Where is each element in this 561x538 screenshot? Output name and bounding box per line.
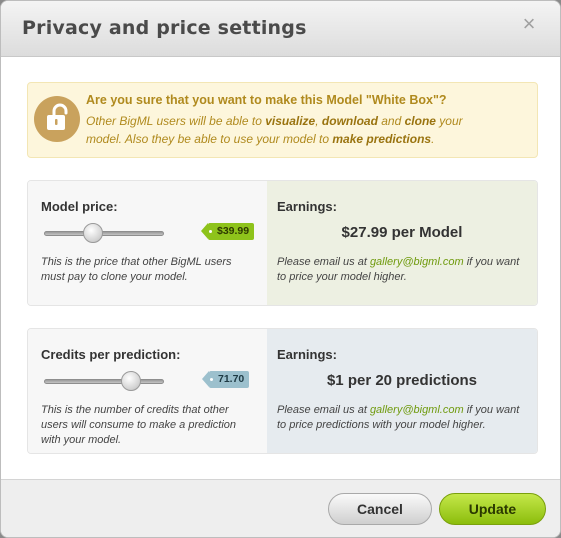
- credits-description: This is the number of credits that other…: [41, 404, 237, 446]
- earnings-value: $27.99 per Model: [341, 224, 463, 241]
- credits-settings: Credits per prediction: 71.70 This is th…: [28, 329, 267, 453]
- tag-hole-icon: [210, 378, 213, 381]
- clone-text: clone: [404, 114, 436, 128]
- earnings-label: Earnings:: [277, 199, 337, 214]
- model-price-panel: Model price: $39.99 This is the price th…: [27, 180, 538, 306]
- download-text: download: [321, 114, 378, 128]
- model-price-label: Model price:: [41, 199, 118, 214]
- cancel-button[interactable]: Cancel: [328, 493, 432, 525]
- model-price-description: This is the price that other BigML users…: [41, 256, 232, 283]
- dialog-title: Privacy and price settings: [22, 17, 307, 39]
- model-price-slider-handle[interactable]: [83, 223, 103, 243]
- earnings-note: Please email us at gallery@bigml.com if …: [277, 404, 520, 431]
- earnings-label: Earnings:: [277, 347, 337, 362]
- model-price-tag: $39.99: [200, 223, 255, 240]
- privacy-price-dialog: Privacy and price settings × Are you sur…: [0, 0, 561, 538]
- model-price-slider[interactable]: [44, 223, 164, 243]
- credits-panel: Credits per prediction: 71.70 This is th…: [27, 328, 538, 454]
- model-price-earnings: Earnings: $27.99 per Model Please email …: [267, 181, 537, 305]
- earnings-note: Please email us at gallery@bigml.com if …: [277, 256, 520, 283]
- credits-tag: 71.70: [201, 371, 250, 388]
- update-button[interactable]: Update: [439, 493, 546, 525]
- credits-slider[interactable]: [44, 371, 164, 391]
- tag-hole-icon: [209, 230, 212, 233]
- dialog-footer: Cancel Update: [1, 479, 560, 537]
- credits-value: 71.70: [218, 373, 245, 385]
- white-box-warning: Are you sure that you want to make this …: [27, 82, 538, 158]
- credits-slider-handle[interactable]: [121, 371, 142, 391]
- gallery-email-link[interactable]: gallery@bigml.com: [370, 404, 464, 416]
- warning-heading: Are you sure that you want to make this …: [86, 93, 447, 107]
- model-price-settings: Model price: $39.99 This is the price th…: [28, 181, 267, 305]
- close-icon[interactable]: ×: [518, 11, 540, 37]
- visualize-text: visualize: [265, 114, 316, 128]
- earnings-value: $1 per 20 predictions: [326, 372, 478, 389]
- make-predictions-text: make predictions: [332, 132, 432, 146]
- unlock-icon: [34, 96, 80, 142]
- dialog-header: Privacy and price settings ×: [1, 1, 560, 57]
- gallery-email-link[interactable]: gallery@bigml.com: [370, 256, 464, 268]
- model-price-value: $39.99: [217, 225, 250, 237]
- credits-label: Credits per prediction:: [41, 347, 181, 362]
- warning-body: Other BigML users will be able to visual…: [86, 114, 463, 146]
- credits-earnings: Earnings: $1 per 20 predictions Please e…: [267, 329, 537, 453]
